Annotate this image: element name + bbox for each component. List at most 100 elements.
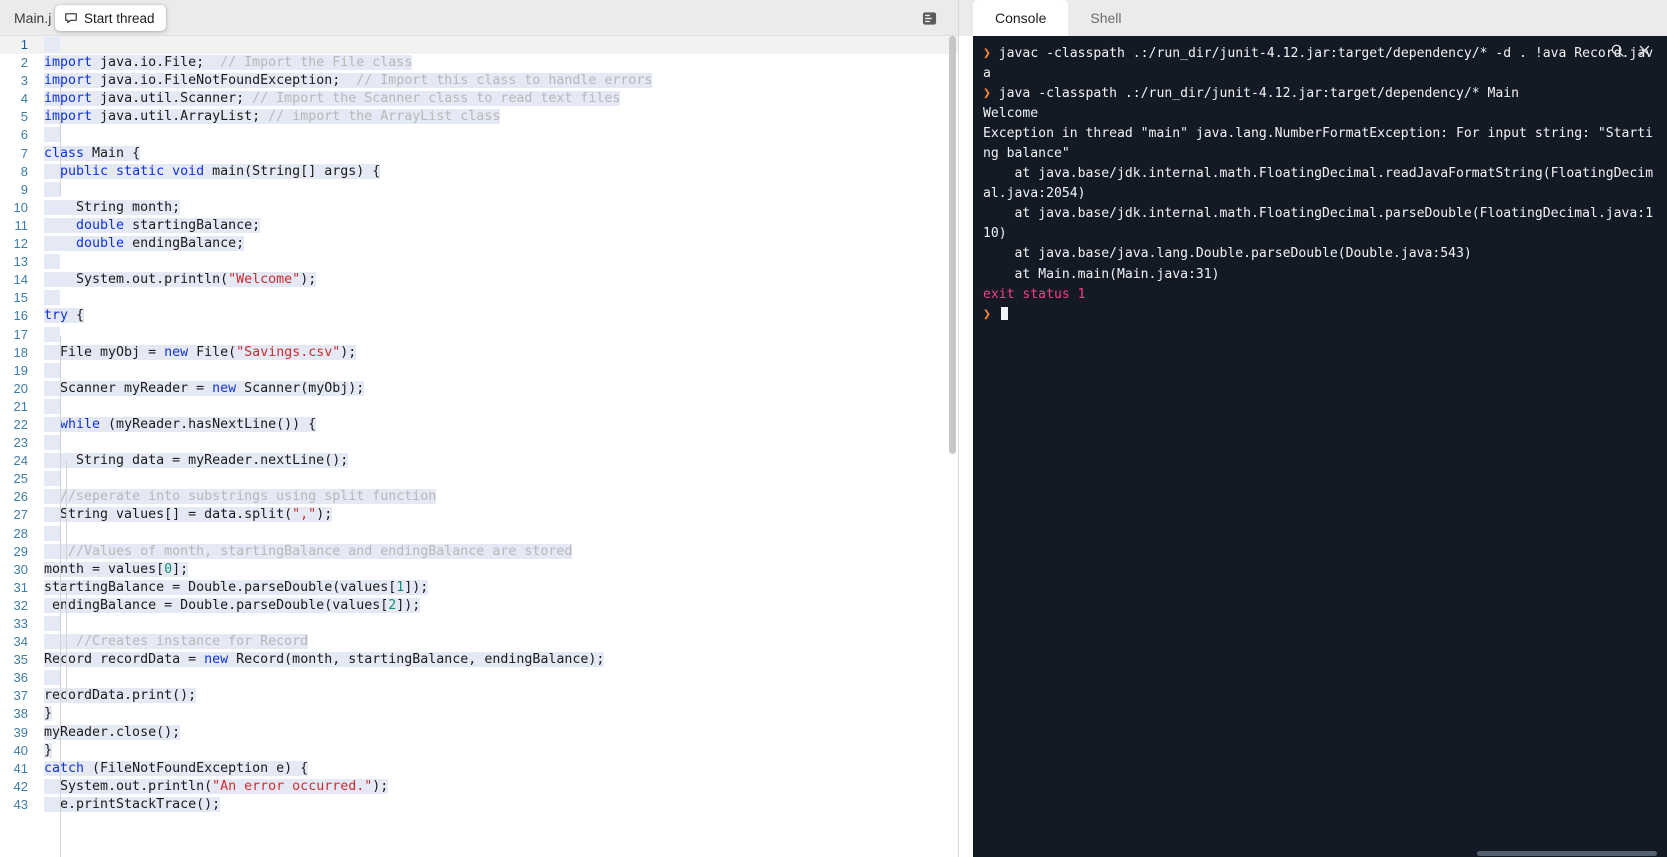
code-line[interactable]: 19 bbox=[0, 362, 958, 380]
code-line[interactable]: 17 bbox=[0, 326, 958, 344]
code-line[interactable]: 24 String data = myReader.nextLine(); bbox=[0, 452, 958, 470]
code-line[interactable]: 18 File myObj = new File("Savings.csv"); bbox=[0, 344, 958, 362]
code-text[interactable] bbox=[44, 181, 61, 199]
code-line[interactable]: 38} bbox=[0, 705, 958, 723]
code-text[interactable]: //Values of month, startingBalance and e… bbox=[44, 543, 573, 561]
code-text[interactable]: import java.util.Scanner; // Import the … bbox=[44, 90, 621, 108]
code-line[interactable]: 23 bbox=[0, 434, 958, 452]
line-number: 4 bbox=[20, 91, 28, 107]
code-text[interactable] bbox=[44, 126, 61, 144]
code-text[interactable]: month = values[0]; bbox=[44, 561, 189, 579]
code-line[interactable]: 9 bbox=[0, 181, 958, 199]
code-text[interactable]: try { bbox=[44, 307, 85, 325]
code-line[interactable]: 15 bbox=[0, 289, 958, 307]
console-input-line[interactable]: ❯ bbox=[983, 305, 1657, 325]
code-line[interactable]: 35 Record recordData = new Record(month, … bbox=[0, 651, 958, 669]
code-text[interactable]: System.out.println("Welcome"); bbox=[44, 271, 317, 289]
code-line[interactable]: 28 bbox=[0, 525, 958, 543]
code-line[interactable]: 10 String month; bbox=[0, 199, 958, 217]
console-output-area[interactable]: ❯ javac -classpath .:/run_dir/junit-4.12… bbox=[973, 36, 1667, 857]
code-line[interactable]: 20 Scanner myReader = new Scanner(myObj)… bbox=[0, 380, 958, 398]
code-line[interactable]: 1 bbox=[0, 36, 958, 55]
code-line[interactable]: 27 String values[] = data.split(","); bbox=[0, 506, 958, 524]
code-line[interactable]: 22 while (myReader.hasNextLine()) { bbox=[0, 416, 958, 434]
code-line[interactable]: 42 System.out.println("An error occurred… bbox=[0, 778, 958, 796]
code-line[interactable]: 31 startingBalance = Double.parseDouble(v… bbox=[0, 579, 958, 597]
code-line[interactable]: 41 catch (FileNotFoundException e) { bbox=[0, 760, 958, 778]
console-horizontal-scrollbar[interactable] bbox=[973, 851, 1667, 857]
code-line[interactable]: 12 double endingBalance; bbox=[0, 235, 958, 253]
code-line[interactable]: 29 //Values of month, startingBalance an… bbox=[0, 543, 958, 561]
editor-scrollbar-thumb[interactable] bbox=[949, 36, 956, 454]
code-text[interactable]: class Main { bbox=[44, 145, 141, 163]
code-text[interactable]: public static void main(String[] args) { bbox=[44, 163, 381, 181]
code-text[interactable]: } bbox=[44, 742, 53, 760]
code-text[interactable] bbox=[44, 362, 61, 380]
code-text[interactable] bbox=[44, 326, 61, 344]
code-text[interactable]: catch (FileNotFoundException e) { bbox=[44, 760, 309, 778]
code-text[interactable]: String values[] = data.split(","); bbox=[44, 506, 333, 524]
tab-shell[interactable]: Shell bbox=[1068, 0, 1144, 36]
code-line[interactable]: 36 bbox=[0, 669, 958, 687]
code-text[interactable] bbox=[44, 525, 61, 543]
code-text[interactable] bbox=[44, 253, 61, 271]
code-line[interactable]: 5 import java.util.ArrayList; // import t… bbox=[0, 108, 958, 126]
code-line[interactable]: 32 endingBalance = Double.parseDouble(va… bbox=[0, 597, 958, 615]
code-text[interactable] bbox=[44, 36, 61, 54]
code-line[interactable]: 40} bbox=[0, 742, 958, 760]
code-line[interactable]: 21 bbox=[0, 398, 958, 416]
code-line[interactable]: 34 //Creates instance for Record bbox=[0, 633, 958, 651]
code-text[interactable] bbox=[44, 669, 61, 687]
code-line[interactable]: 2 import java.io.File; // Import the File… bbox=[0, 54, 958, 72]
code-line[interactable]: 43 e.printStackTrace(); bbox=[0, 796, 958, 814]
start-thread-button[interactable]: Start thread bbox=[55, 5, 166, 31]
code-text[interactable]: String month; bbox=[44, 199, 181, 217]
code-text[interactable]: File myObj = new File("Savings.csv"); bbox=[44, 344, 357, 362]
code-line[interactable]: 25 bbox=[0, 470, 958, 488]
code-line[interactable]: 39 myReader.close(); bbox=[0, 724, 958, 742]
code-text[interactable]: Scanner myReader = new Scanner(myObj); bbox=[44, 380, 365, 398]
code-line[interactable]: 8 public static void main(String[] args)… bbox=[0, 163, 958, 181]
search-icon[interactable] bbox=[1609, 42, 1626, 59]
code-text[interactable]: myReader.close(); bbox=[44, 724, 181, 742]
code-line[interactable]: 3 import java.io.FileNotFoundException; /… bbox=[0, 72, 958, 90]
code-line[interactable]: 13 bbox=[0, 253, 958, 271]
code-line[interactable]: 33 bbox=[0, 615, 958, 633]
code-text[interactable] bbox=[44, 398, 61, 416]
close-icon[interactable] bbox=[1636, 42, 1653, 59]
code-line[interactable]: 11 double startingBalance; bbox=[0, 217, 958, 235]
code-line[interactable]: 37 recordData.print(); bbox=[0, 687, 958, 705]
code-text[interactable]: import java.util.ArrayList; // import th… bbox=[44, 108, 501, 126]
tab-console[interactable]: Console bbox=[973, 0, 1069, 36]
code-line[interactable]: 7 class Main { bbox=[0, 145, 958, 163]
code-line[interactable]: 26 //seperate into substrings using spli… bbox=[0, 488, 958, 506]
code-text[interactable]: while (myReader.hasNextLine()) { bbox=[44, 416, 317, 434]
editor-vertical-scrollbar[interactable] bbox=[949, 36, 956, 857]
code-text[interactable]: System.out.println("An error occurred.")… bbox=[44, 778, 389, 796]
code-text[interactable]: import java.io.FileNotFoundException; //… bbox=[44, 72, 653, 90]
panel-layout-button[interactable] bbox=[914, 0, 944, 36]
code-scroll-area[interactable]: 1 2 import java.io.File; // Import the Fi… bbox=[0, 36, 958, 857]
code-lines[interactable]: 1 2 import java.io.File; // Import the Fi… bbox=[0, 36, 958, 814]
code-text[interactable]: import java.io.File; // Import the File … bbox=[44, 54, 413, 72]
code-line[interactable]: 14 System.out.println("Welcome"); bbox=[0, 271, 958, 289]
code-text[interactable]: } bbox=[44, 705, 53, 723]
code-text[interactable] bbox=[44, 434, 61, 452]
code-text[interactable]: endingBalance = Double.parseDouble(value… bbox=[44, 597, 421, 615]
code-text[interactable]: e.printStackTrace(); bbox=[44, 796, 221, 814]
code-text[interactable] bbox=[44, 289, 61, 307]
code-line[interactable]: 4 import java.util.Scanner; // Import the… bbox=[0, 90, 958, 108]
code-text[interactable]: double startingBalance; bbox=[44, 217, 261, 235]
console-scrollbar-thumb[interactable] bbox=[1477, 851, 1657, 856]
code-text[interactable]: String data = myReader.nextLine(); bbox=[44, 452, 349, 470]
code-line[interactable]: 30 month = values[0]; bbox=[0, 561, 958, 579]
code-text[interactable]: Record recordData = new Record(month, st… bbox=[44, 651, 605, 669]
code-text[interactable]: startingBalance = Double.parseDouble(val… bbox=[44, 579, 429, 597]
code-text[interactable]: //seperate into substrings using split f… bbox=[44, 488, 437, 506]
code-text[interactable] bbox=[44, 615, 61, 633]
code-text[interactable] bbox=[44, 470, 61, 488]
code-text[interactable]: double endingBalance; bbox=[44, 235, 245, 253]
code-line[interactable]: 6 bbox=[0, 126, 958, 144]
code-text[interactable]: //Creates instance for Record bbox=[44, 633, 309, 651]
code-line[interactable]: 16 try { bbox=[0, 307, 958, 325]
